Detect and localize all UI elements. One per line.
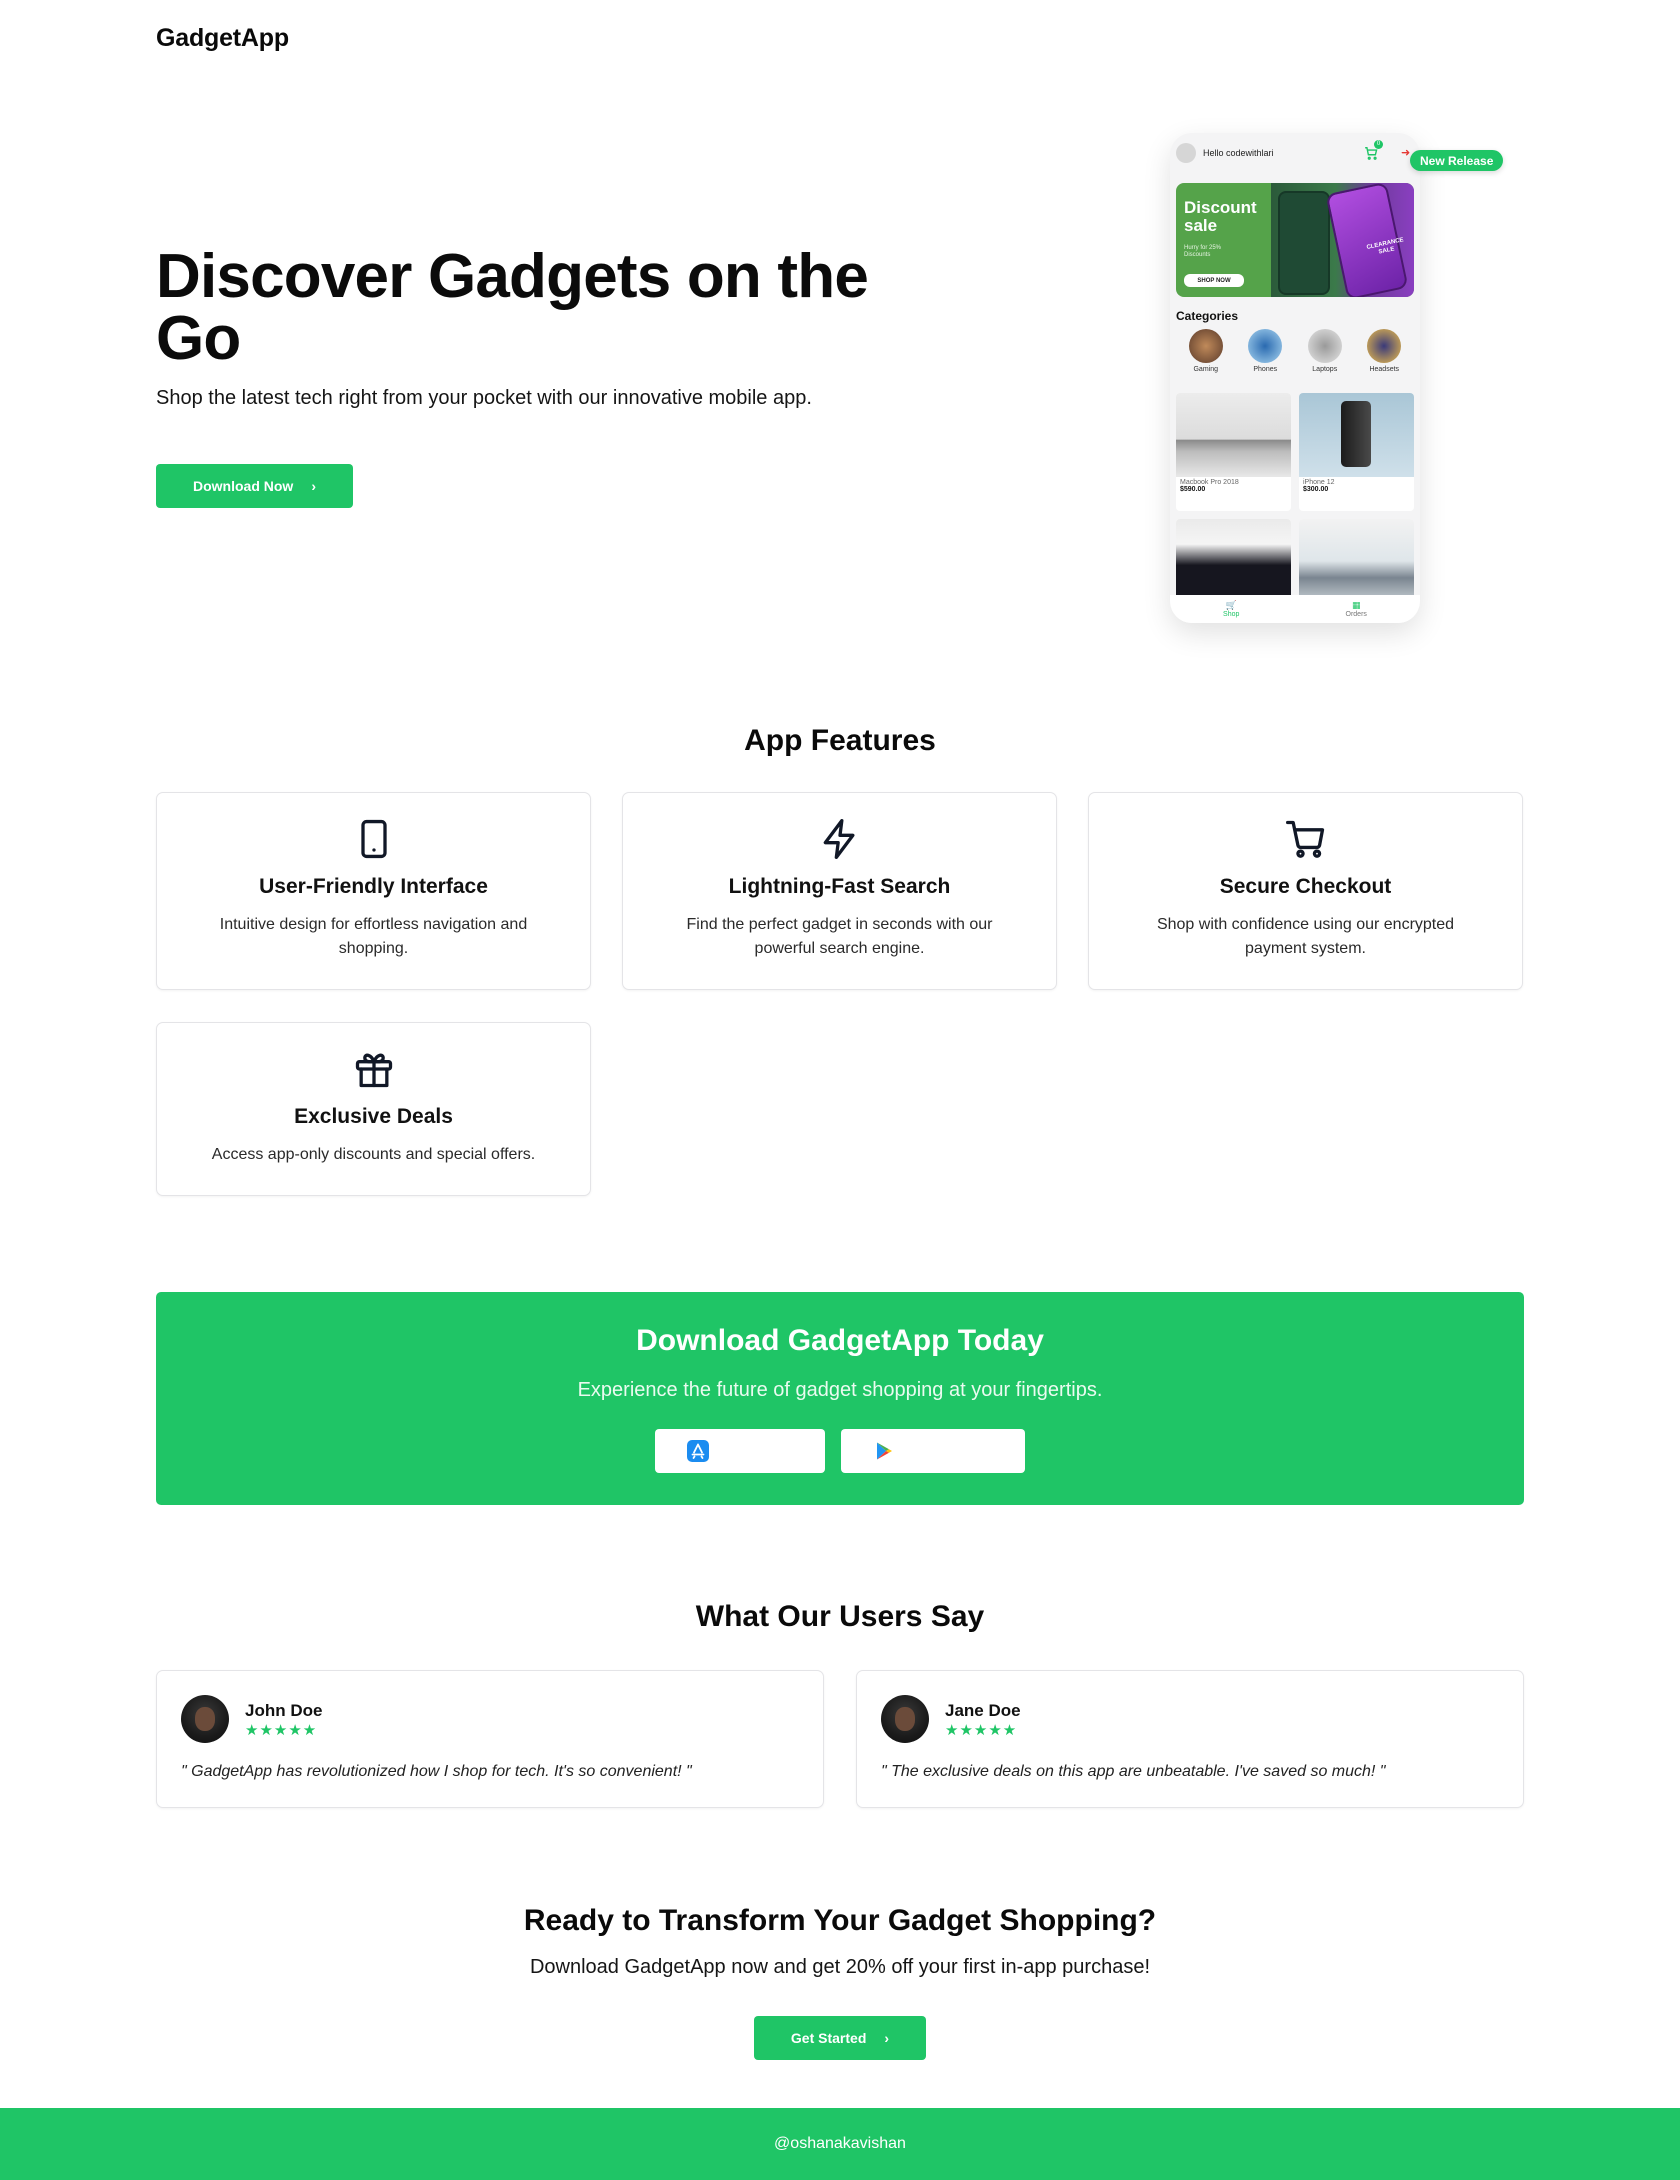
- app-store-icon: [687, 1440, 709, 1462]
- download-title: Download GadgetApp Today: [636, 1324, 1044, 1357]
- testimonial-quote: " GadgetApp has revolutionized how I sho…: [181, 1763, 692, 1780]
- banner-shop-now-button: SHOP NOW: [1184, 274, 1244, 287]
- testimonial-name: John Doe: [245, 1701, 323, 1720]
- product-price: $300.00: [1303, 486, 1329, 493]
- product-price: $590.00: [1180, 486, 1206, 493]
- phone-topbar: Hello codewithlari 0 ➜: [1176, 140, 1414, 163]
- banner-note: Hurry for 25% Discounts: [1184, 245, 1222, 258]
- cart-icon: [1285, 820, 1324, 858]
- features-title: App Features: [744, 724, 936, 757]
- star-rating: ★★★★★: [945, 1722, 1018, 1739]
- feature-card: User-Friendly Interface Intuitive design…: [156, 792, 591, 990]
- product-image: [1299, 519, 1414, 603]
- feature-card: Lightning-Fast Search Find the perfect g…: [622, 792, 1057, 990]
- feature-card: Secure Checkout Shop with confidence usi…: [1088, 792, 1523, 990]
- phone-category: Laptops: [1307, 329, 1342, 373]
- download-subtitle: Experience the future of gadget shopping…: [577, 1379, 1103, 1401]
- feature-description: Find the perfect gadget in seconds with …: [686, 916, 993, 957]
- category-label: Laptops: [1312, 366, 1338, 373]
- feature-description: Access app-only discounts and special of…: [211, 1146, 536, 1163]
- app-store-label: App Store: [726, 1443, 789, 1459]
- avatar: [181, 1695, 229, 1743]
- download-now-label: Download Now: [193, 478, 294, 494]
- feature-description: Intuitive design for effortless navigati…: [219, 916, 528, 957]
- cta-title: Ready to Transform Your Gadget Shopping?: [523, 1904, 1157, 1937]
- app-store-button[interactable]: App Store: [655, 1429, 825, 1473]
- brand-logo[interactable]: GadgetApp: [156, 24, 289, 53]
- phone-nav-label: Orders: [1345, 611, 1367, 618]
- category-image: [1367, 329, 1402, 363]
- cart-icon: 🛒: [1225, 600, 1237, 610]
- phone-categories-title: Categories: [1176, 309, 1239, 323]
- category-image: [1248, 329, 1283, 363]
- feature-title: Lightning-Fast Search: [728, 875, 951, 898]
- phone-mockup: Hello codewithlari 0 ➜ Discount sale Hur…: [1170, 133, 1420, 623]
- phone-category: Headsets: [1367, 329, 1402, 373]
- get-started-button[interactable]: Get Started ›: [754, 2016, 926, 2060]
- google-play-button[interactable]: Google Play: [841, 1429, 1025, 1473]
- phone-logout-icon: ➜: [1401, 147, 1411, 159]
- phone-discount-banner: Discount sale Hurry for 25% Discounts SH…: [1176, 183, 1414, 297]
- banner-phone-image-green: [1278, 191, 1330, 295]
- lightning-icon: [823, 819, 854, 859]
- product-name: Macbook Pro 2018: [1180, 479, 1239, 486]
- category-image: [1188, 329, 1223, 363]
- hero-subtitle: Shop the latest tech right from your poc…: [156, 387, 812, 409]
- footer-text[interactable]: @oshanakavishan: [774, 2135, 906, 2153]
- testimonial-name: Jane Doe: [945, 1701, 1021, 1720]
- category-label: Gaming: [1193, 366, 1218, 373]
- phone-product-card: Macbook Pro 2018 $590.00: [1176, 393, 1291, 511]
- phone-product-grid: Macbook Pro 2018 $590.00 iPhone 12 $300.…: [1176, 393, 1414, 623]
- orders-icon: ▦: [1351, 600, 1361, 610]
- phone-bottom-nav: 🛒 Shop ▦ Orders: [1170, 595, 1420, 623]
- category-label: Headsets: [1369, 366, 1400, 373]
- download-banner: Download GadgetApp Today Experience the …: [156, 1292, 1524, 1505]
- phone-avatar: [1176, 143, 1196, 163]
- feature-card: Exclusive Deals Access app-only discount…: [156, 1022, 591, 1196]
- category-image: [1307, 329, 1342, 363]
- phone-nav-label: Shop: [1223, 611, 1240, 618]
- phone-cart-count: 0: [1374, 140, 1383, 149]
- google-play-icon: [877, 1442, 892, 1460]
- feature-description: Shop with confidence using our encrypted…: [1156, 916, 1455, 957]
- phone-product-card: iPhone 12 $300.00: [1299, 393, 1414, 511]
- get-started-label: Get Started: [790, 2030, 867, 2046]
- phone-categories: Gaming Phones Laptops Headsets: [1176, 329, 1414, 373]
- product-image: [1176, 519, 1291, 603]
- footer: @oshanakavishan: [0, 2108, 1680, 2180]
- banner-title: Discount sale: [1184, 198, 1257, 235]
- testimonial-quote: " The exclusive deals on this app are un…: [881, 1763, 1386, 1780]
- phone-category: Gaming: [1188, 329, 1223, 373]
- download-now-button[interactable]: Download Now ›: [156, 464, 353, 508]
- avatar: [881, 1695, 929, 1743]
- category-label: Phones: [1253, 366, 1278, 373]
- google-play-label: Google Play: [912, 1443, 989, 1459]
- phone-nav-shop: 🛒 Shop: [1223, 600, 1239, 618]
- testimonial-card: John Doe ★★★★★ " GadgetApp has revolutio…: [156, 1670, 824, 1808]
- product-image: [1299, 393, 1414, 477]
- hero-title: Discover Gadgets on the Go: [156, 242, 869, 373]
- phone-nav-orders: ▦ Orders: [1346, 600, 1367, 618]
- gift-icon: [355, 1053, 392, 1088]
- phone-category: Phones: [1248, 329, 1283, 373]
- cta-subtitle: Download GadgetApp now and get 20% off y…: [529, 1956, 1151, 1978]
- new-release-badge: New Release: [1410, 150, 1504, 171]
- star-rating: ★★★★★: [245, 1722, 318, 1739]
- phone-greeting: Hello codewithlari: [1203, 148, 1274, 158]
- product-name: iPhone 12: [1303, 479, 1335, 486]
- feature-title: Secure Checkout: [1219, 875, 1392, 898]
- product-image: [1176, 393, 1291, 477]
- chevron-right-icon: ›: [311, 478, 316, 494]
- feature-title: User-Friendly Interface: [259, 875, 488, 898]
- testimonial-card: Jane Doe ★★★★★ " The exclusive deals on …: [856, 1670, 1524, 1808]
- chevron-right-icon: ›: [884, 2030, 890, 2046]
- feature-title: Exclusive Deals: [294, 1105, 453, 1128]
- smartphone-icon: [360, 819, 387, 859]
- testimonials-title: What Our Users Say: [695, 1600, 985, 1633]
